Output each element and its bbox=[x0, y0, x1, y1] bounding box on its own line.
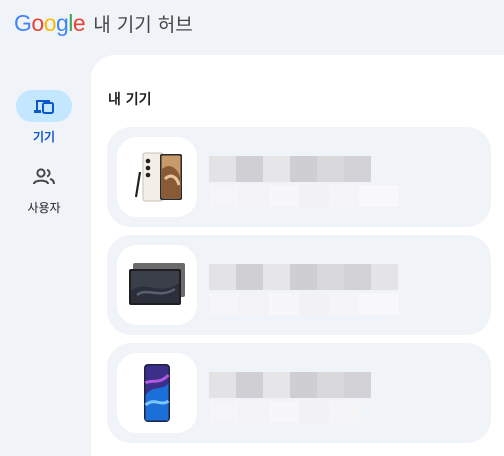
device-name-redacted bbox=[209, 264, 398, 290]
main-panel: 내 기기 bbox=[91, 55, 504, 456]
nav-item-people[interactable]: 사용자 bbox=[0, 161, 88, 216]
device-details-redacted bbox=[209, 185, 399, 207]
devices-icon bbox=[16, 90, 72, 122]
app-header: Google 내 기기 허브 bbox=[14, 8, 193, 38]
logo-letter: G bbox=[14, 9, 32, 36]
logo-letter: o bbox=[31, 9, 44, 36]
device-card-2[interactable] bbox=[107, 235, 491, 335]
nav-item-devices-label: 기기 bbox=[32, 130, 56, 144]
nav-item-people-label: 사용자 bbox=[27, 201, 61, 215]
nav-item-devices[interactable]: 기기 bbox=[0, 90, 88, 145]
device-name-redacted bbox=[209, 372, 371, 398]
device-name-redacted bbox=[209, 156, 371, 182]
people-icon bbox=[16, 161, 72, 193]
device-details-redacted bbox=[209, 293, 399, 315]
device-card-1[interactable] bbox=[107, 127, 491, 227]
galaxy-s23-ultra-image bbox=[117, 137, 197, 217]
logo-letter: g bbox=[55, 9, 69, 36]
device-details-redacted bbox=[209, 401, 359, 423]
navigation-rail: 기기 사용자 bbox=[0, 90, 88, 232]
galaxy-s24-image bbox=[117, 353, 197, 433]
google-logo[interactable]: Google bbox=[14, 9, 86, 37]
galaxy-tab-image bbox=[117, 245, 197, 325]
section-title: 내 기기 bbox=[108, 92, 152, 108]
logo-letter: o bbox=[43, 9, 57, 36]
device-card-3[interactable] bbox=[107, 343, 491, 443]
logo-letter: e bbox=[72, 9, 86, 36]
app-title: 내 기기 허브 bbox=[93, 13, 193, 36]
